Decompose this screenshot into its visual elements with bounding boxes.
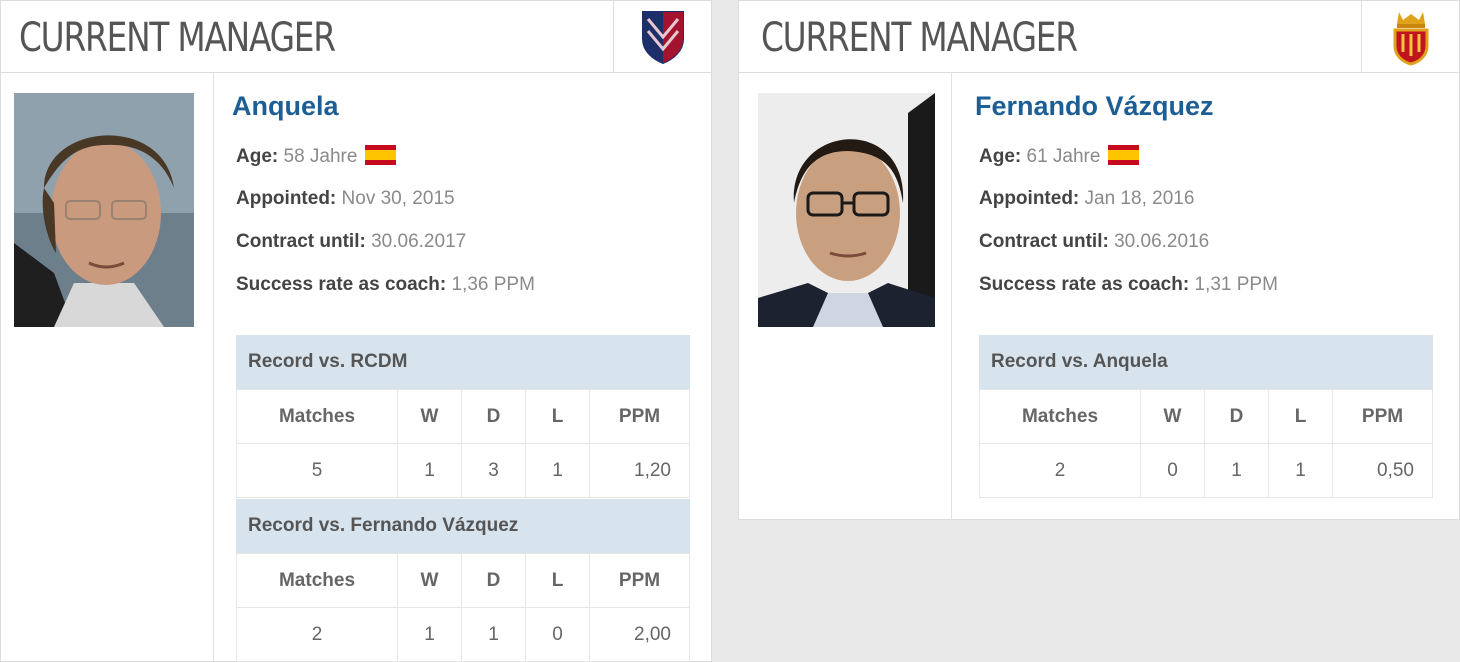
age-row: Age: 58 Jahre xyxy=(236,145,397,168)
record-header-row: Matches W D L PPM xyxy=(236,553,690,608)
ppm-value: 0,50 xyxy=(1332,443,1433,498)
manager-name-link[interactable]: Fernando Vázquez xyxy=(975,91,1214,122)
success-value: 1,31 PPM xyxy=(1194,274,1278,295)
col-d: D xyxy=(1204,389,1269,444)
losses-value: 1 xyxy=(525,443,590,498)
record-value-row: 2 0 1 1 0,50 xyxy=(979,443,1433,498)
col-matches: Matches xyxy=(236,553,398,608)
card-title: CURRENT MANAGER xyxy=(761,15,1078,61)
record-title: Record vs. Anquela xyxy=(979,335,1433,389)
col-l: L xyxy=(525,553,590,608)
appointed-value: Nov 30, 2015 xyxy=(341,188,455,209)
record-header-row: Matches W D L PPM xyxy=(979,389,1433,444)
club-crest-icon xyxy=(641,11,684,65)
contract-label: Contract until: xyxy=(979,231,1109,252)
manager-info: Fernando Vázquez Age: 61 Jahre Appointed… xyxy=(957,73,1459,519)
age-row: Age: 61 Jahre xyxy=(979,145,1140,168)
card-title: CURRENT MANAGER xyxy=(19,15,336,61)
appointed-value: Jan 18, 2016 xyxy=(1084,188,1195,209)
ppm-value: 1,20 xyxy=(589,443,690,498)
record-title: Record vs. Fernando Vázquez xyxy=(236,499,690,553)
col-matches: Matches xyxy=(236,389,398,444)
col-w: W xyxy=(397,553,462,608)
wins-value: 1 xyxy=(397,443,462,498)
record-header-row: Matches W D L PPM xyxy=(236,389,690,444)
col-matches: Matches xyxy=(979,389,1141,444)
record-table: Record vs. Anquela Matches W D L PPM 2 0… xyxy=(979,335,1433,498)
matches-value: 5 xyxy=(236,443,398,498)
appointed-row: Appointed: Jan 18, 2016 xyxy=(979,188,1194,210)
card-header: CURRENT MANAGER xyxy=(739,1,1459,73)
col-d: D xyxy=(461,553,526,608)
manager-card-right: CURRENT MANAGER Fernando Vázquez Age: 61… xyxy=(738,0,1460,520)
draws-value: 1 xyxy=(1204,443,1269,498)
record-value-row: 2 1 1 0 2,00 xyxy=(236,607,690,662)
club-crest-link[interactable] xyxy=(613,1,711,73)
col-w: W xyxy=(397,389,462,444)
contract-value: 30.06.2016 xyxy=(1114,231,1210,252)
col-l: L xyxy=(525,389,590,444)
photo-column xyxy=(1,73,214,661)
age-value: 58 Jahre xyxy=(283,146,358,167)
matches-value: 2 xyxy=(236,607,398,662)
draws-value: 3 xyxy=(461,443,526,498)
wins-value: 0 xyxy=(1140,443,1205,498)
ppm-value: 2,00 xyxy=(589,607,690,662)
record-title: Record vs. RCDM xyxy=(236,335,690,389)
success-row: Success rate as coach: 1,31 PPM xyxy=(979,274,1278,296)
age-value: 61 Jahre xyxy=(1026,146,1101,167)
wins-value: 1 xyxy=(397,607,462,662)
age-label: Age: xyxy=(236,146,279,167)
appointed-label: Appointed: xyxy=(236,188,337,209)
col-ppm: PPM xyxy=(1332,389,1433,444)
manager-photo[interactable] xyxy=(758,93,935,327)
spain-flag-icon xyxy=(365,145,397,165)
manager-photo[interactable] xyxy=(14,93,194,327)
draws-value: 1 xyxy=(461,607,526,662)
contract-value: 30.06.2017 xyxy=(371,231,467,252)
col-ppm: PPM xyxy=(589,553,690,608)
success-label: Success rate as coach: xyxy=(979,274,1190,295)
contract-row: Contract until: 30.06.2016 xyxy=(979,231,1209,253)
matches-value: 2 xyxy=(979,443,1141,498)
card-header: CURRENT MANAGER xyxy=(1,1,711,73)
spain-flag-icon xyxy=(1108,145,1140,165)
appointed-label: Appointed: xyxy=(979,188,1080,209)
record-value-row: 5 1 3 1 1,20 xyxy=(236,443,690,498)
record-table: Record vs. Fernando Vázquez Matches W D … xyxy=(236,499,690,662)
losses-value: 1 xyxy=(1268,443,1333,498)
success-label: Success rate as coach: xyxy=(236,274,447,295)
losses-value: 0 xyxy=(525,607,590,662)
contract-row: Contract until: 30.06.2017 xyxy=(236,231,466,253)
col-ppm: PPM xyxy=(589,389,690,444)
col-w: W xyxy=(1140,389,1205,444)
manager-info: Anquela Age: 58 Jahre Appointed: Nov 30,… xyxy=(214,73,711,662)
club-crest-icon xyxy=(1393,12,1428,66)
manager-name-link[interactable]: Anquela xyxy=(232,91,339,122)
photo-column xyxy=(739,73,952,519)
age-label: Age: xyxy=(979,146,1022,167)
manager-card-left: CURRENT MANAGER Anquela Age: 58 Jahre Ap… xyxy=(0,0,712,662)
contract-label: Contract until: xyxy=(236,231,366,252)
club-crest-link[interactable] xyxy=(1361,1,1459,73)
record-table: Record vs. RCDM Matches W D L PPM 5 1 3 … xyxy=(236,335,690,498)
col-l: L xyxy=(1268,389,1333,444)
success-value: 1,36 PPM xyxy=(451,274,535,295)
success-row: Success rate as coach: 1,36 PPM xyxy=(236,274,535,296)
appointed-row: Appointed: Nov 30, 2015 xyxy=(236,188,455,210)
col-d: D xyxy=(461,389,526,444)
